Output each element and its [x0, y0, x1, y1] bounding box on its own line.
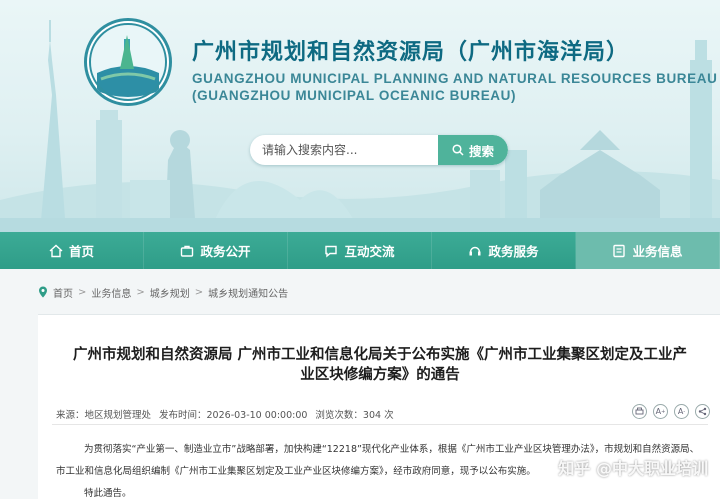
breadcrumb-business-info[interactable]: 业务信息: [91, 285, 131, 300]
breadcrumb-separator: >: [136, 286, 145, 298]
search-input[interactable]: [250, 135, 440, 165]
nav-item-business-info[interactable]: 业务信息: [576, 232, 720, 269]
nav-item-home[interactable]: 首页: [0, 232, 144, 269]
chat-icon: [325, 245, 338, 257]
article-tools: A + A-: [632, 404, 710, 419]
breadcrumb-planning-notices[interactable]: 城乡规划通知公告: [208, 285, 288, 300]
bureau-logo[interactable]: [84, 18, 172, 106]
breadcrumb-separator: >: [78, 286, 87, 298]
meta-divider: [52, 424, 708, 425]
nav-item-services[interactable]: 政务服务: [432, 232, 576, 269]
service-icon: [469, 246, 481, 255]
site-title-cn: 广州市规划和自然资源局（广州市海洋局）: [192, 40, 630, 65]
print-icon[interactable]: [632, 404, 647, 419]
nav-item-label: 政务公开: [200, 244, 251, 259]
location-pin-icon: [39, 286, 47, 298]
search-button[interactable]: 搜索: [438, 135, 508, 165]
site-title-en: GUANGZHOU MUNICIPAL PLANNING AND NATURAL…: [192, 70, 717, 104]
breadcrumb-home[interactable]: 首页: [53, 285, 73, 300]
nav-item-label: 政务服务: [488, 244, 539, 259]
site-title-en-line1: GUANGZHOU MUNICIPAL PLANNING AND NATURAL…: [192, 71, 718, 86]
nav-item-label: 互动交流: [344, 244, 395, 259]
breadcrumb: 首页 > 业务信息 > 城乡规划 > 城乡规划通知公告: [38, 284, 288, 300]
site-title-en-line2: (GUANGZHOU MUNICIPAL OCEANIC BUREAU): [192, 88, 517, 103]
share-icon[interactable]: [695, 404, 710, 419]
article-views: 浏览次数：304 次: [315, 410, 394, 421]
nav-item-interaction[interactable]: 互动交流: [288, 232, 432, 269]
book-icon: [613, 244, 626, 257]
breadcrumb-urban-planning[interactable]: 城乡规划: [150, 285, 190, 300]
article-publish-time: 发布时间：2026-03-10 00:00:00: [159, 410, 308, 421]
font-increase-icon[interactable]: A +: [653, 404, 668, 419]
watermark: 知乎 @中大职业培训: [558, 459, 708, 478]
search-icon: [452, 144, 464, 156]
nav-item-label: 业务信息: [632, 244, 683, 259]
main-nav: 首页 政务公开 互动交流 政务服务 业务信息: [0, 232, 720, 269]
breadcrumb-separator: >: [194, 286, 204, 298]
article-closing: 特此通告。: [84, 488, 132, 499]
nav-item-government-affairs[interactable]: 政务公开: [144, 232, 288, 269]
nav-item-label: 首页: [68, 244, 94, 259]
home-icon: [49, 244, 63, 257]
logo-emblem-icon: [89, 23, 167, 101]
article-meta: 来源：地区规划管理处 发布时间：2026-03-10 00:00:00 浏览次数…: [56, 407, 394, 421]
article-title: 广州市规划和自然资源局 广州市工业和信息化局关于公布实施《广州市工业集聚区划定及…: [72, 347, 688, 383]
article-source: 来源：地区规划管理处: [56, 410, 152, 421]
header-banner: 广州市规划和自然资源局（广州市海洋局） GUANGZHOU MUNICIPAL …: [0, 0, 720, 232]
search-button-label: 搜索: [468, 143, 494, 159]
font-decrease-icon[interactable]: A-: [674, 404, 689, 419]
briefcase-icon: [181, 245, 194, 257]
search-bar: 搜索: [250, 135, 508, 165]
